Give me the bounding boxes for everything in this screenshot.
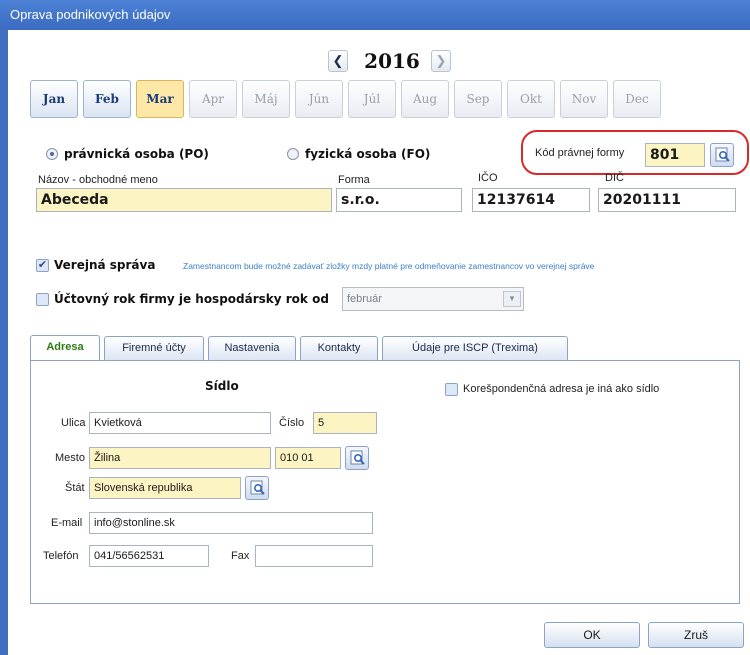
dic-label: DIČ — [605, 172, 624, 184]
country-label: Štát — [65, 482, 85, 494]
tab-company-accounts[interactable]: Firemné účty — [104, 336, 204, 360]
lookup-icon — [715, 147, 730, 162]
month-tab-7[interactable]: Júl — [348, 80, 396, 118]
chevron-down-icon: ▼ — [503, 291, 521, 307]
public-admin-label: Verejná správa — [54, 258, 156, 272]
section-title: Sídlo — [205, 379, 239, 393]
country-field[interactable]: Slovenská republika — [89, 477, 241, 499]
legal-form-code-field[interactable]: 801 — [645, 143, 705, 167]
cancel-button[interactable]: Zruš — [648, 622, 744, 648]
city-lookup-button[interactable] — [345, 446, 369, 470]
company-name-label: Názov - obchodné meno — [38, 174, 158, 186]
company-name-field[interactable]: Abeceda — [36, 188, 332, 212]
form-field[interactable]: s.r.o. — [336, 188, 462, 212]
street-field[interactable]: Kvietková — [89, 412, 271, 434]
public-admin-note: Zamestnancom bude možné zadávať zložky m… — [183, 261, 595, 271]
correspondence-checkbox[interactable] — [445, 383, 458, 396]
month-tab-8[interactable]: Aug — [401, 80, 449, 118]
fiscal-year-checkbox[interactable] — [36, 293, 49, 306]
number-label: Číslo — [279, 417, 305, 429]
email-field[interactable]: info@stonline.sk — [89, 512, 373, 534]
zip-field[interactable]: 010 01 — [275, 447, 341, 469]
month-tab-3[interactable]: Mar — [136, 80, 184, 118]
month-tab-10[interactable]: Okt — [507, 80, 555, 118]
email-label: E-mail — [51, 517, 83, 529]
phone-label: Telefón — [43, 550, 79, 562]
year-label: 2016 — [364, 49, 420, 73]
next-year-button[interactable]: ❯ — [431, 50, 451, 72]
city-field[interactable]: Žilina — [89, 447, 271, 469]
fax-label: Fax — [231, 550, 250, 562]
tab-contacts[interactable]: Kontakty — [300, 336, 378, 360]
month-tab-11[interactable]: Nov — [560, 80, 608, 118]
legal-form-code-label: Kód právnej formy — [535, 147, 625, 159]
natural-person-radio[interactable] — [287, 148, 299, 160]
window-title: Oprava podnikových údajov — [0, 0, 750, 30]
address-tab-panel: Sídlo Korešpondenčná adresa je iná ako s… — [30, 360, 740, 604]
ico-field[interactable]: 12137614 — [472, 188, 590, 212]
prev-year-button[interactable]: ❮ — [328, 50, 348, 72]
legal-entity-label: právnická osoba (PO) — [64, 147, 209, 161]
month-tab-6[interactable]: Jún — [295, 80, 343, 118]
fiscal-year-label: Účtovný rok firmy je hospodársky rok od — [54, 292, 329, 306]
street-label: Ulica — [61, 417, 86, 429]
fax-field[interactable] — [255, 545, 373, 567]
tab-address[interactable]: Adresa — [30, 335, 100, 361]
month-tab-5[interactable]: Máj — [242, 80, 290, 118]
month-tab-2[interactable]: Feb — [83, 80, 131, 118]
lookup-icon — [250, 480, 265, 495]
month-tab-1[interactable]: Jan — [30, 80, 78, 118]
tab-iscp-data[interactable]: Údaje pre ISCP (Trexima) — [382, 336, 568, 360]
natural-person-label: fyzická osoba (FO) — [305, 147, 431, 161]
city-label: Mesto — [55, 452, 85, 464]
number-field[interactable]: 5 — [313, 412, 377, 434]
tab-settings[interactable]: Nastavenia — [208, 336, 296, 360]
lookup-icon — [350, 450, 365, 465]
app-window: Oprava podnikových údajov ❮ 2016 ❯ Jan Fe… — [0, 0, 750, 655]
month-tab-9[interactable]: Sep — [454, 80, 502, 118]
correspondence-label: Korešpondenčná adresa je iná ako sídlo — [463, 383, 660, 395]
legal-form-lookup-button[interactable] — [710, 143, 734, 167]
phone-field[interactable]: 041/56562531 — [89, 545, 209, 567]
ok-button[interactable]: OK — [544, 622, 640, 648]
fiscal-year-month-select[interactable]: február ▼ — [342, 287, 524, 311]
fiscal-year-month-value: február — [347, 293, 382, 305]
dic-field[interactable]: 20201111 — [598, 188, 736, 212]
ico-label: IČO — [478, 172, 498, 184]
public-admin-checkbox[interactable]: ✔ — [36, 259, 49, 272]
month-tab-12[interactable]: Dec — [613, 80, 661, 118]
form-label: Forma — [338, 174, 370, 186]
legal-entity-radio[interactable] — [46, 148, 58, 160]
dialog-client: ❮ 2016 ❯ Jan Feb Mar Apr Máj Jún Júl Aug Sep Okt N… — [8, 30, 750, 655]
month-tabs: Jan Feb Mar Apr Máj Jún Júl Aug Sep Okt Nov Dec — [8, 80, 750, 118]
country-lookup-button[interactable] — [245, 476, 269, 500]
month-tab-4[interactable]: Apr — [189, 80, 237, 118]
